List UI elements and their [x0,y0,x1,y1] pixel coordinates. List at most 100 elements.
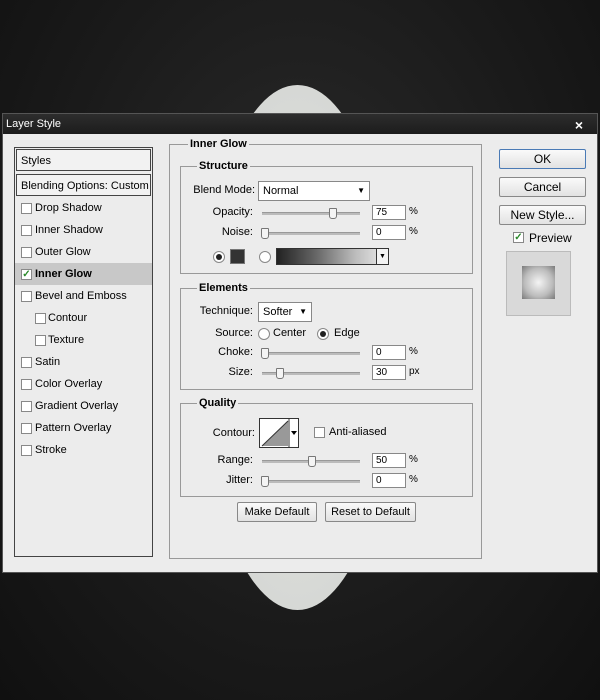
source-edge-label[interactable]: Edge [334,327,360,339]
checkmark-icon[interactable]: ✓ [21,269,32,280]
make-default-button[interactable]: Make Default [237,502,317,522]
style-item-label: Pattern Overlay [35,422,112,434]
range-unit: % [409,454,418,465]
jitter-label: Jitter: [226,474,253,486]
style-item-label: Bevel and Emboss [35,290,127,302]
jitter-slider[interactable] [261,476,360,487]
noise-unit: % [409,226,418,237]
anti-aliased-checkbox[interactable] [314,427,325,438]
structure-group: Structure Blend Mode: Normal ▼ Opacity: … [180,160,473,274]
chevron-down-icon[interactable]: ▼ [376,249,388,264]
style-item-pattern-overlay[interactable]: Pattern Overlay [15,417,152,439]
styles-list: Styles Blending Options: Custom Drop Sha… [14,147,153,557]
opacity-slider-thumb[interactable] [328,208,337,219]
source-edge-radio[interactable] [317,328,329,340]
source-label: Source: [215,327,253,339]
opacity-label: Opacity: [212,206,253,218]
preview-label[interactable]: Preview [529,231,572,245]
noise-slider-thumb[interactable] [261,228,269,239]
choke-unit: % [409,346,418,357]
checkbox-gradient-overlay[interactable] [21,401,32,412]
blend-mode-value: Normal [263,185,299,197]
size-slider[interactable] [262,368,360,379]
checkbox-contour[interactable] [35,313,46,324]
style-item-label: Inner Shadow [35,224,103,236]
checkbox-inner-shadow[interactable] [21,225,32,236]
checkbox-bevel-emboss[interactable] [21,291,32,302]
quality-title: Quality [197,397,239,409]
cancel-button[interactable]: Cancel [499,177,586,197]
style-item-label: Gradient Overlay [35,400,119,412]
range-slider-thumb[interactable] [308,456,316,467]
style-item-satin[interactable]: Satin [15,351,152,373]
choke-slider-thumb[interactable] [261,348,269,359]
range-input[interactable]: 50 [372,453,406,468]
style-item-color-overlay[interactable]: Color Overlay [15,373,152,395]
checkbox-pattern-overlay[interactable] [21,423,32,434]
elements-title: Elements [197,282,250,294]
close-icon[interactable]: × [575,114,583,136]
checkbox-outer-glow[interactable] [21,247,32,258]
style-item-label: Inner Glow [35,268,92,280]
styles-header[interactable]: Styles [16,149,151,171]
choke-input[interactable]: 0 [372,345,406,360]
dialog-title: Layer Style [6,118,62,130]
title-bar[interactable]: Layer Style × [3,114,597,134]
opacity-input[interactable]: 75 [372,205,406,220]
noise-slider[interactable] [261,228,360,239]
elements-group: Elements Technique: Softer ▼ Source: Cen… [180,282,473,390]
gradient-radio[interactable] [259,251,271,263]
preview-checkbox[interactable]: ✓ [513,232,524,243]
contour-picker[interactable] [259,418,299,448]
checkbox-texture[interactable] [35,335,46,346]
style-item-stroke[interactable]: Stroke [15,439,152,461]
style-item-contour[interactable]: Contour [15,307,152,329]
style-item-label: Outer Glow [35,246,91,258]
blending-options-item[interactable]: Blending Options: Custom [16,174,151,196]
quality-group: Quality Contour: Anti-aliased Range: 50 … [180,397,473,497]
style-item-drop-shadow[interactable]: Drop Shadow [15,197,152,219]
ok-button[interactable]: OK [499,149,586,169]
glow-gradient-picker[interactable]: ▼ [276,248,389,265]
jitter-input[interactable]: 0 [372,473,406,488]
glow-color-swatch[interactable] [230,249,245,264]
new-style-button[interactable]: New Style... [499,205,586,225]
anti-aliased-label[interactable]: Anti-aliased [329,426,386,438]
solid-color-radio[interactable] [213,251,225,263]
source-center-radio[interactable] [258,328,270,340]
style-item-label: Contour [48,312,88,324]
size-slider-thumb[interactable] [276,368,284,379]
technique-select[interactable]: Softer ▼ [258,302,312,322]
technique-value: Softer [263,306,293,318]
jitter-unit: % [409,474,418,485]
style-item-inner-glow[interactable]: ✓ Inner Glow [15,263,152,285]
style-item-inner-shadow[interactable]: Inner Shadow [15,219,152,241]
range-slider[interactable] [262,456,360,467]
technique-label: Technique: [199,305,253,317]
checkbox-satin[interactable] [21,357,32,368]
range-label: Range: [217,454,253,466]
style-item-texture[interactable]: Texture [15,329,152,351]
opacity-slider[interactable] [262,208,360,219]
choke-label: Choke: [218,346,253,358]
noise-input[interactable]: 0 [372,225,406,240]
style-item-bevel-emboss[interactable]: Bevel and Emboss [15,285,152,307]
checkbox-drop-shadow[interactable] [21,203,32,214]
opacity-unit: % [409,206,418,217]
checkbox-stroke[interactable] [21,445,32,456]
size-input[interactable]: 30 [372,365,406,380]
style-item-outer-glow[interactable]: Outer Glow [15,241,152,263]
style-item-gradient-overlay[interactable]: Gradient Overlay [15,395,152,417]
source-center-label[interactable]: Center [273,327,306,339]
blend-mode-select[interactable]: Normal ▼ [258,181,370,201]
jitter-slider-thumb[interactable] [261,476,269,487]
preview-thumbnail [506,251,571,316]
inner-glow-panel: Inner Glow Structure Blend Mode: Normal … [169,138,482,559]
contour-curve-icon [261,419,297,447]
checkbox-color-overlay[interactable] [21,379,32,390]
style-item-label: Drop Shadow [35,202,102,214]
preview-swatch [522,266,555,299]
choke-slider[interactable] [261,348,360,359]
reset-to-default-button[interactable]: Reset to Default [325,502,416,522]
noise-label: Noise: [221,226,253,238]
